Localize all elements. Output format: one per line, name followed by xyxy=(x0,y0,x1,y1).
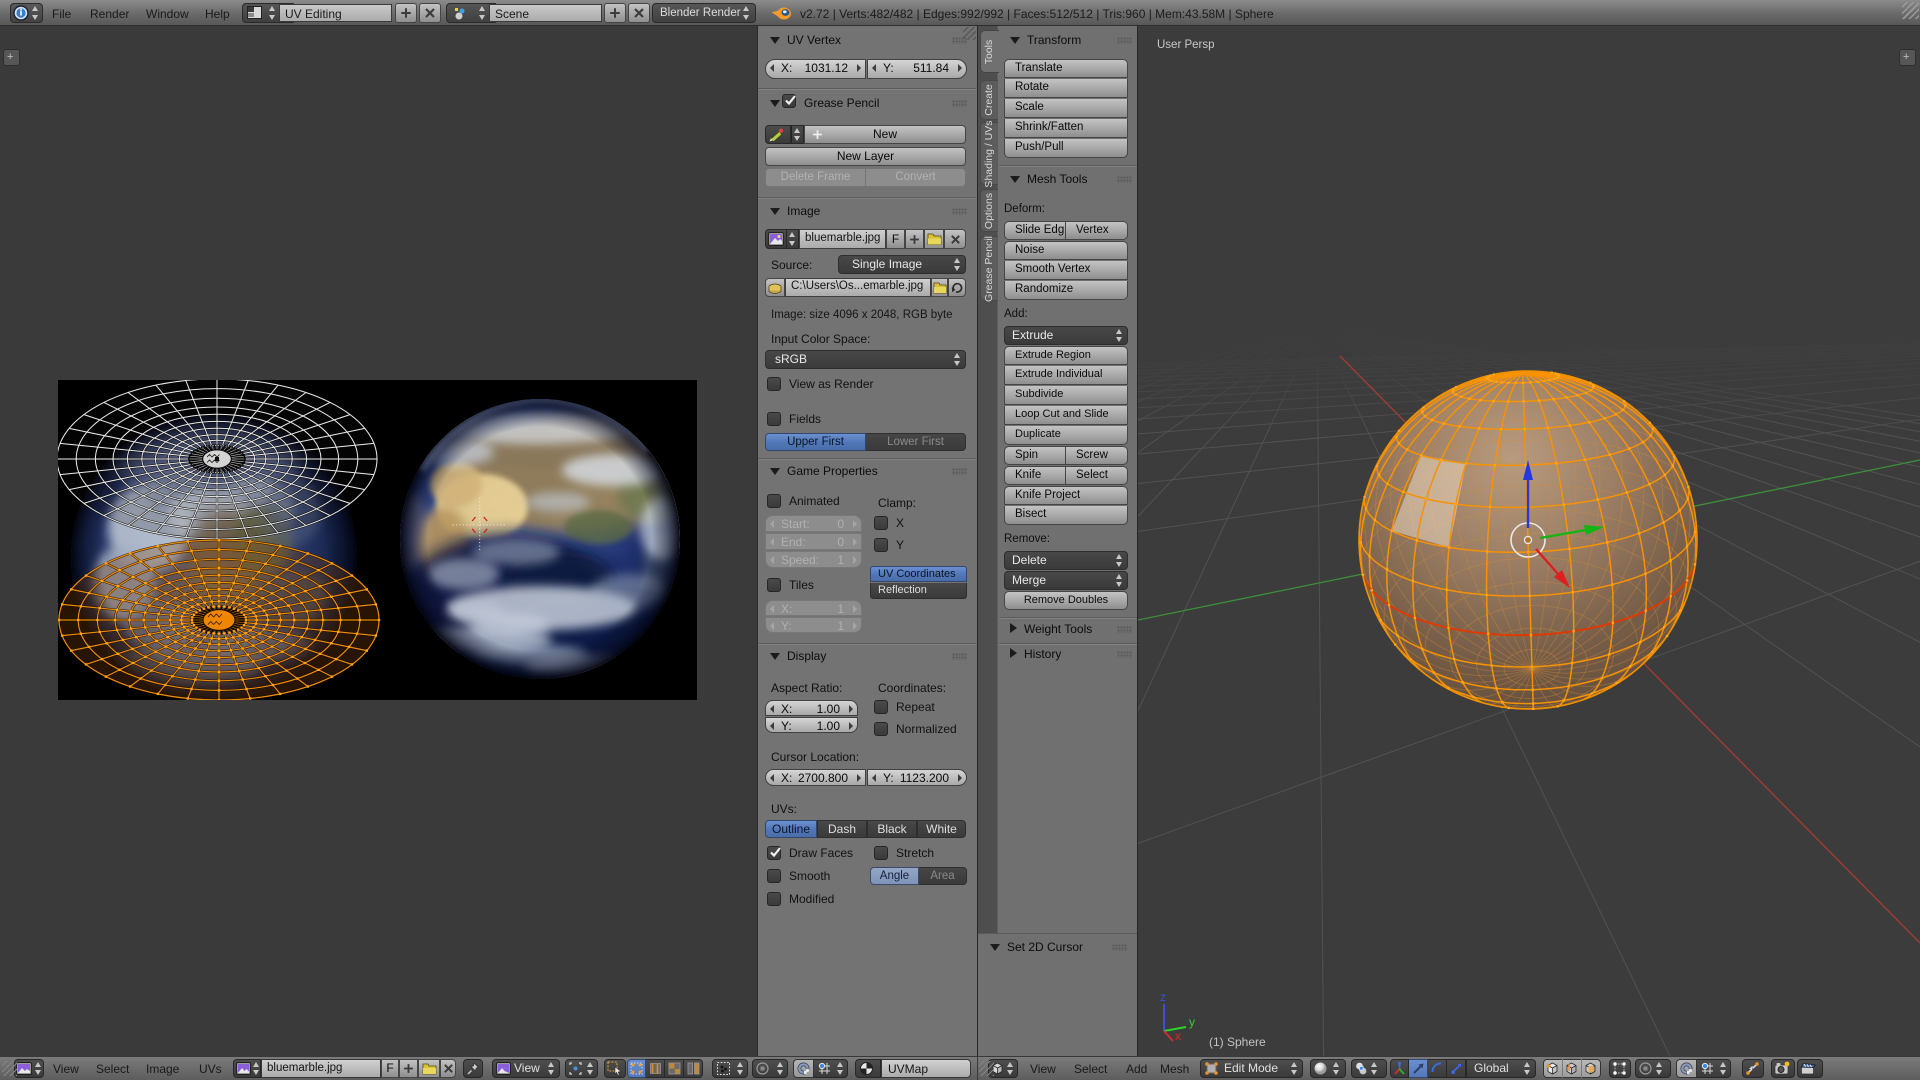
svg-text:y: y xyxy=(1189,1015,1195,1029)
svg-text:x: x xyxy=(1175,1029,1181,1043)
svg-text:z: z xyxy=(1160,990,1166,1004)
